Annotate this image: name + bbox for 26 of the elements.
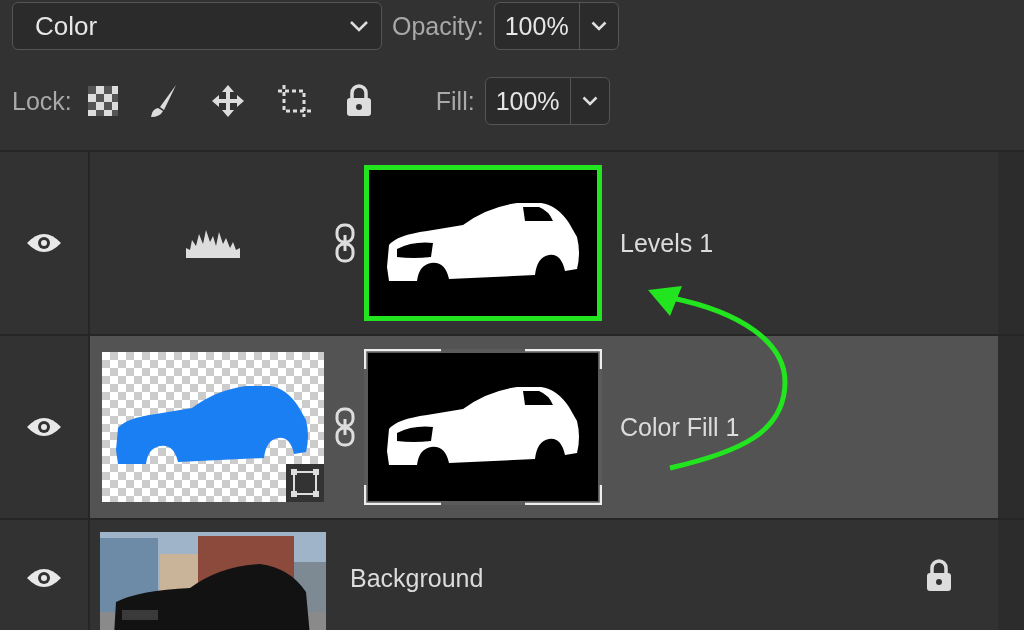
selection-corners-icon (364, 349, 602, 505)
opacity-field[interactable]: 100% (493, 2, 619, 50)
lock-label: Lock: (12, 86, 72, 116)
link-icon[interactable] (334, 407, 356, 447)
fill-label: Fill: (435, 86, 475, 116)
layer-lock-icon (924, 559, 954, 593)
layer-name: Color Fill 1 (620, 412, 740, 442)
crop-icon[interactable] (275, 83, 314, 119)
opacity-label: Opacity: (392, 11, 484, 41)
blend-mode-dropdown[interactable]: Color (12, 2, 382, 50)
chevron-down-icon (349, 20, 369, 32)
layer-name: Background (350, 563, 484, 593)
eye-icon[interactable] (25, 566, 63, 590)
layer-name: Levels 1 (620, 228, 714, 258)
eye-icon[interactable] (25, 231, 63, 255)
mask-thumbnail[interactable] (364, 349, 602, 505)
checkerboard-icon[interactable] (87, 86, 118, 116)
layer-thumbnail[interactable] (100, 350, 326, 504)
fill-field[interactable]: 100% (484, 77, 610, 125)
layer-row[interactable]: Color Fill 1 (90, 336, 998, 518)
chevron-down-icon (590, 21, 607, 31)
link-icon[interactable] (334, 223, 356, 263)
eye-icon[interactable] (25, 415, 63, 439)
mask-thumbnail[interactable] (364, 165, 602, 321)
transform-icon (286, 464, 324, 502)
chevron-down-icon (581, 96, 598, 106)
